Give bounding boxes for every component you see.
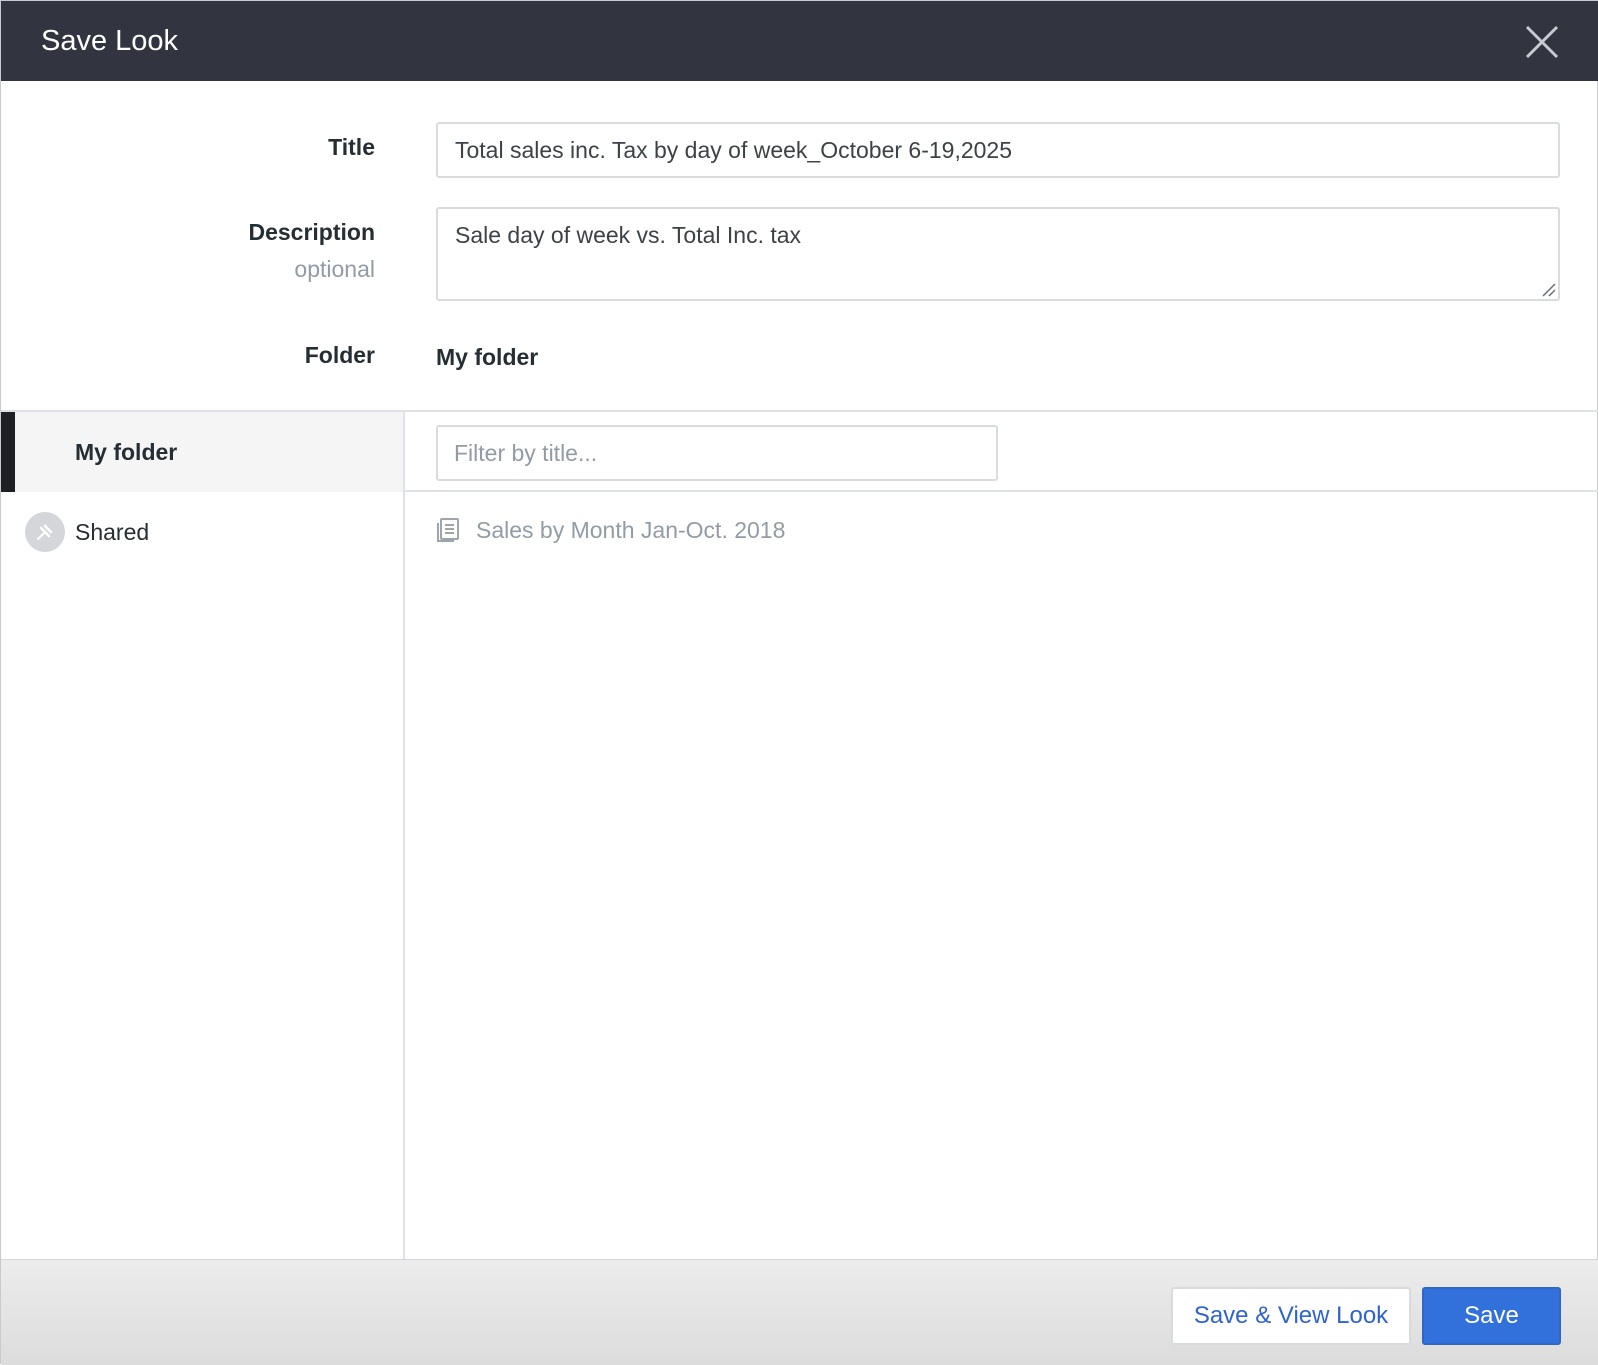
dialog-title: Save Look: [41, 25, 179, 57]
folder-label: Folder: [304, 342, 375, 368]
active-indicator: [1, 412, 15, 492]
folder-sidebar: My folder Shared: [1, 412, 405, 1261]
description-optional-hint: optional: [294, 256, 375, 282]
filter-input[interactable]: [436, 425, 998, 481]
document-icon: [437, 518, 459, 542]
pin-icon: [25, 512, 65, 552]
sidebar-item-label: Shared: [75, 518, 150, 545]
save-look-dialog: Save Look Title Description optional Sal…: [0, 0, 1598, 1365]
list-item[interactable]: Sales by Month Jan-Oct. 2018: [436, 512, 785, 548]
save-button[interactable]: Save: [1422, 1287, 1561, 1345]
folder-content: Sales by Month Jan-Oct. 2018: [405, 412, 1598, 1261]
dialog-header: Save Look: [1, 1, 1598, 81]
dialog-footer: Save & View Look Save: [1, 1259, 1598, 1365]
sidebar-item-my-folder[interactable]: My folder: [1, 412, 403, 492]
resize-grip-icon[interactable]: [1540, 281, 1556, 297]
title-label: Title: [328, 134, 375, 160]
save-and-view-look-button[interactable]: Save & View Look: [1171, 1287, 1411, 1345]
sidebar-item-shared[interactable]: Shared: [1, 492, 403, 572]
description-textarea[interactable]: Sale day of week vs. Total Inc. tax: [436, 207, 1560, 301]
folder-browser: My folder Shared Filter by title... Sale…: [1, 410, 1598, 1261]
look-title: Sales by Month Jan-Oct. 2018: [476, 516, 786, 543]
description-label: Description: [248, 219, 375, 245]
sidebar-item-label: My folder: [75, 438, 178, 465]
selected-folder-name: My folder: [436, 344, 539, 370]
filter-bar: [405, 412, 1598, 492]
close-icon[interactable]: [1525, 25, 1559, 59]
title-input[interactable]: [436, 122, 1560, 178]
